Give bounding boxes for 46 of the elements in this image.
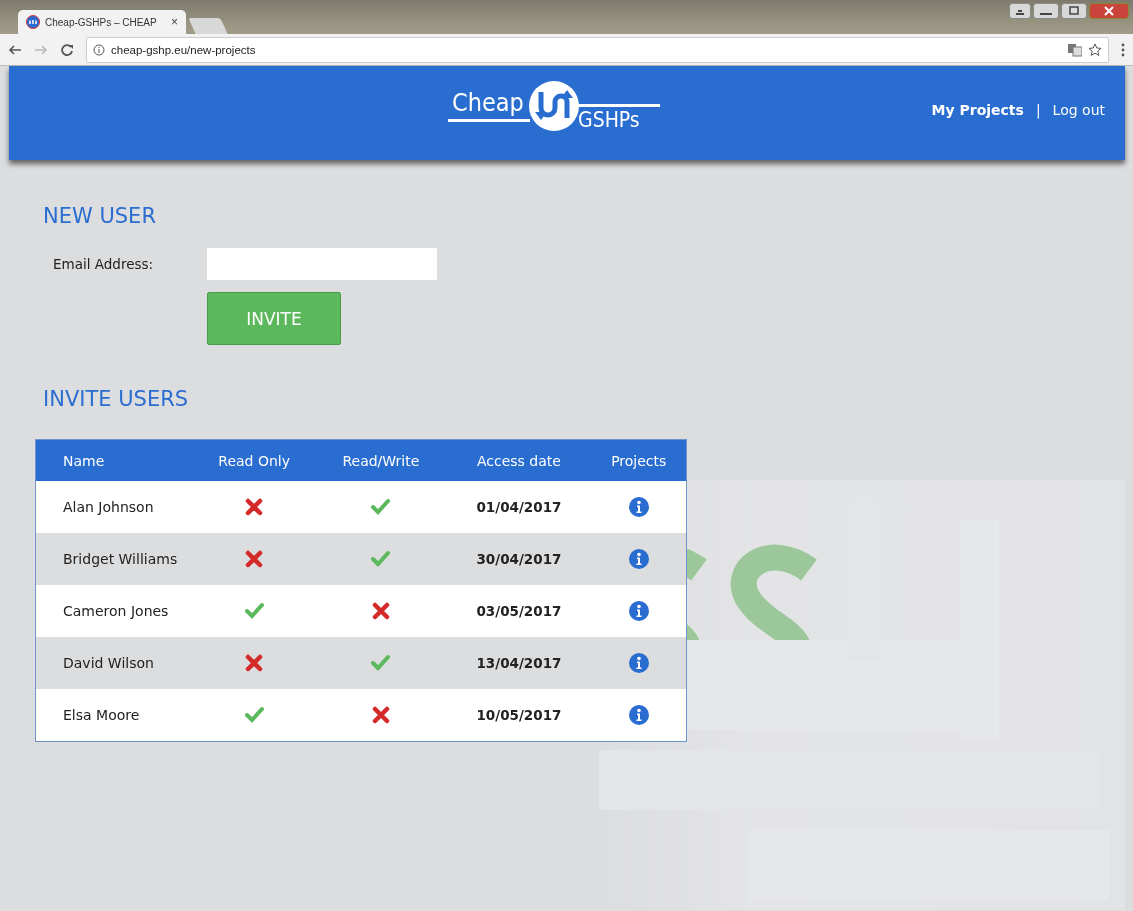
- section-heading: NEW USER: [43, 204, 157, 228]
- section-heading: INVITE USERS: [43, 387, 190, 411]
- maximize-button[interactable]: [1061, 3, 1087, 19]
- reload-icon[interactable]: [60, 42, 74, 57]
- address-bar[interactable]: cheap-gshp.eu/new-projects: [86, 36, 1109, 63]
- info-icon[interactable]: [628, 705, 649, 725]
- tab-title: Cheap-GSHPs – CHEAP: [45, 16, 158, 28]
- logo-text: GSHPs: [578, 109, 641, 131]
- access-date-cell: 01/04/2017: [446, 481, 592, 533]
- user-profile-icon[interactable]: [1009, 3, 1031, 19]
- user-name-cell: Cameron Jones: [35, 585, 193, 637]
- nav-link[interactable]: Log out: [1052, 102, 1105, 118]
- column-header: Access date: [446, 439, 592, 481]
- column-header: Read/Write: [315, 439, 447, 481]
- site-favicon-icon: [26, 15, 40, 29]
- column-header: Name: [35, 439, 193, 481]
- user-name-cell: Alan Johnson: [35, 481, 193, 533]
- tab-close-button[interactable]: ×: [171, 15, 178, 29]
- logo-text: Cheap: [452, 90, 525, 115]
- email-input-field[interactable]: [207, 248, 437, 280]
- nav-link[interactable]: My Projects: [931, 102, 1024, 118]
- access-date-cell: 13/04/2017: [446, 637, 592, 689]
- bookmark-star-icon[interactable]: [1088, 42, 1102, 57]
- url-text: cheap-gshp.eu/new-projects: [111, 43, 256, 56]
- column-header: Read Only: [193, 439, 316, 481]
- field-label: Email Address:: [52, 256, 155, 272]
- access-date-cell: 30/04/2017: [446, 533, 592, 585]
- column-header: Projects: [591, 439, 687, 481]
- back-arrow-icon[interactable]: [8, 42, 22, 57]
- info-icon[interactable]: [628, 497, 649, 517]
- info-icon[interactable]: [628, 549, 649, 569]
- user-name-cell: Elsa Moore: [35, 689, 193, 742]
- close-button[interactable]: [1089, 3, 1129, 19]
- logo-pipe-emblem-icon: [528, 80, 580, 132]
- menu-icon[interactable]: [1121, 42, 1125, 57]
- user-name-cell: Bridget Williams: [35, 533, 193, 585]
- minimize-button[interactable]: [1033, 3, 1059, 19]
- info-icon[interactable]: [93, 43, 105, 56]
- nav-separator: |: [1035, 102, 1041, 118]
- info-icon[interactable]: [628, 601, 649, 621]
- translate-icon[interactable]: [1068, 42, 1082, 57]
- info-icon[interactable]: [628, 653, 649, 673]
- browser-tab[interactable]: Cheap-GSHPs – CHEAP ×: [18, 10, 186, 34]
- access-date-cell: 10/05/2017: [446, 689, 592, 742]
- access-date-cell: 03/05/2017: [446, 585, 592, 637]
- user-name-cell: David Wilson: [35, 637, 193, 689]
